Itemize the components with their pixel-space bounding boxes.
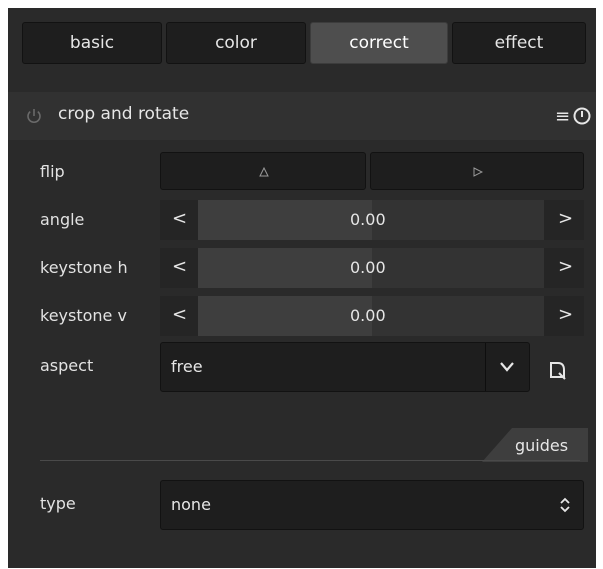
flip-vertical-button[interactable] xyxy=(370,152,584,190)
tab-correct[interactable]: correct xyxy=(310,22,448,64)
slider-fill xyxy=(198,200,372,240)
tab-correct-label: correct xyxy=(349,33,409,53)
reset-icon[interactable] xyxy=(572,106,592,126)
aspect-label: aspect xyxy=(40,356,94,375)
decrement-arrow-icon[interactable]: < xyxy=(172,208,187,229)
slider-fill xyxy=(198,296,372,336)
tab-color[interactable]: color xyxy=(166,22,306,64)
section-divider xyxy=(40,460,580,461)
keystone-v-slider[interactable]: < 0.00 > xyxy=(160,296,584,336)
guides-section-label: guides xyxy=(515,436,569,455)
keystone-v-value: 0.00 xyxy=(350,306,386,325)
decrement-arrow-icon[interactable]: < xyxy=(172,304,187,325)
aspect-dropdown[interactable]: free xyxy=(160,342,530,392)
guides-type-dropdown[interactable]: none xyxy=(160,480,584,530)
angle-slider[interactable]: < 0.00 > xyxy=(160,200,584,240)
chevron-down-icon[interactable] xyxy=(499,361,515,373)
increment-arrow-icon[interactable]: > xyxy=(558,208,573,229)
increment-arrow-icon[interactable]: > xyxy=(558,256,573,277)
keystone-h-label: keystone h xyxy=(40,258,128,277)
keystone-h-slider[interactable]: < 0.00 > xyxy=(160,248,584,288)
darkroom-module-panel: basic color correct effect crop and rota… xyxy=(8,8,596,568)
keystone-v-label: keystone v xyxy=(40,306,127,325)
slider-fill xyxy=(198,248,372,288)
hamburger-menu-icon[interactable]: ≡ xyxy=(555,106,570,127)
flip-horizontal-button[interactable] xyxy=(160,152,366,190)
module-header: crop and rotate ≡ xyxy=(8,92,596,140)
updown-chevron-icon[interactable] xyxy=(559,496,571,514)
tab-basic[interactable]: basic xyxy=(22,22,162,64)
decrement-arrow-icon[interactable]: < xyxy=(172,256,187,277)
guides-type-label: type xyxy=(40,494,76,513)
flip-vertical-icon xyxy=(473,167,483,177)
tab-color-label: color xyxy=(215,33,257,53)
dropdown-separator xyxy=(485,343,486,391)
keystone-h-value: 0.00 xyxy=(350,258,386,277)
guides-type-value: none xyxy=(171,495,211,514)
increment-arrow-icon[interactable]: > xyxy=(558,304,573,325)
angle-label: angle xyxy=(40,210,85,229)
module-title: crop and rotate xyxy=(58,104,190,124)
aspect-orientation-icon[interactable] xyxy=(548,360,568,380)
flip-horizontal-icon xyxy=(259,167,269,177)
tab-effect[interactable]: effect xyxy=(452,22,586,64)
power-icon[interactable] xyxy=(25,107,43,125)
angle-value: 0.00 xyxy=(350,210,386,229)
tab-basic-label: basic xyxy=(69,33,115,53)
aspect-value: free xyxy=(171,357,203,376)
flip-label: flip xyxy=(40,162,65,181)
tab-effect-label: effect xyxy=(494,33,544,53)
